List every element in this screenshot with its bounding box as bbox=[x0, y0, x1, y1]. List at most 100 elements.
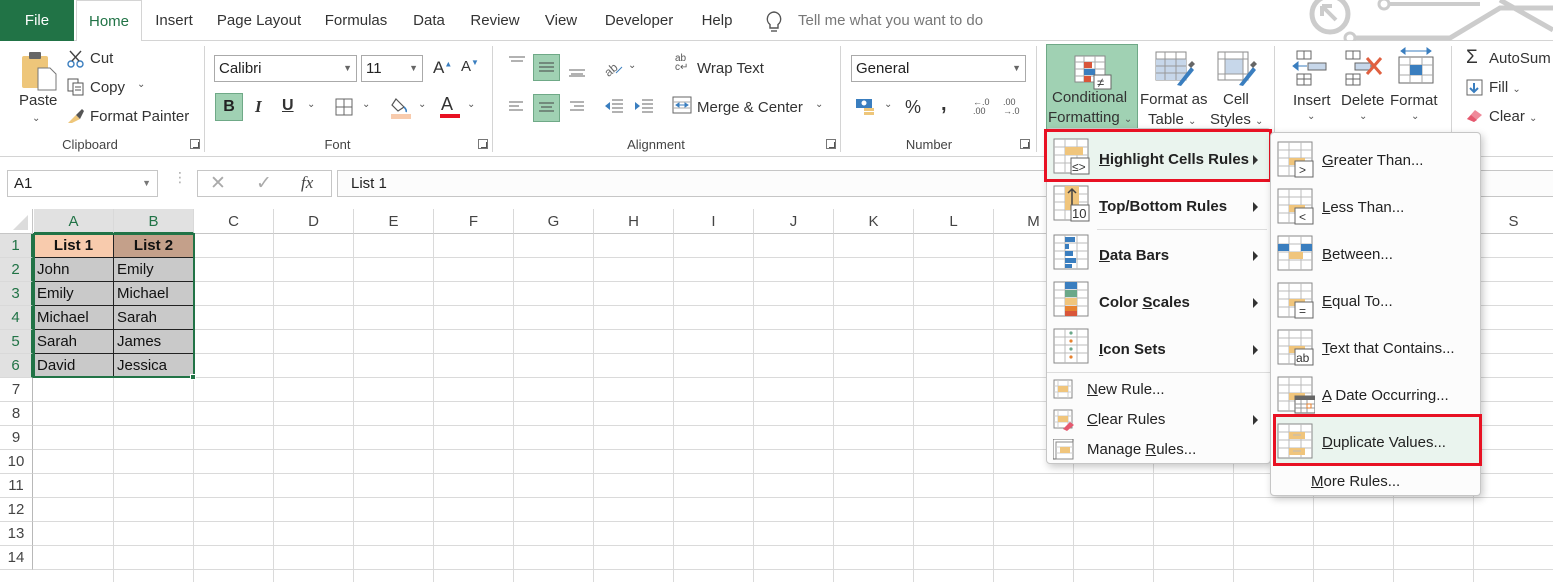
autosum-button[interactable]: AutoSum bbox=[1489, 50, 1551, 67]
column-header-e[interactable]: E bbox=[354, 209, 434, 234]
row-header-1[interactable]: 1 bbox=[0, 234, 33, 258]
format-as-table-button[interactable]: Format as bbox=[1140, 91, 1208, 108]
wrap-text-button[interactable]: Wrap Text bbox=[697, 60, 764, 77]
tab-help[interactable]: Help bbox=[694, 0, 740, 41]
column-header-k[interactable]: K bbox=[834, 209, 914, 234]
clear-button[interactable]: Clear ⌄ bbox=[1489, 108, 1537, 125]
delete-dropdown-chevron[interactable]: ⌄ bbox=[1359, 111, 1367, 122]
column-header-h[interactable]: H bbox=[594, 209, 674, 234]
align-middle-button[interactable] bbox=[533, 54, 560, 81]
column-header-j[interactable]: J bbox=[754, 209, 834, 234]
tab-page-layout[interactable]: Page Layout bbox=[212, 0, 306, 41]
accounting-format-icon[interactable] bbox=[855, 97, 879, 117]
tab-data[interactable]: Data bbox=[406, 0, 452, 41]
row-header-8[interactable]: 8 bbox=[0, 402, 33, 426]
row-header-10[interactable]: 10 bbox=[0, 450, 33, 474]
row-header-11[interactable]: 11 bbox=[0, 474, 33, 498]
more-rules-item[interactable]: More Rules... bbox=[1311, 473, 1400, 490]
column-header-b[interactable]: B bbox=[114, 209, 194, 234]
row-header-13[interactable]: 13 bbox=[0, 522, 33, 546]
font-size-combobox[interactable]: 11 ▼ bbox=[361, 55, 423, 82]
orientation-dropdown-chevron[interactable]: ⌄ bbox=[628, 60, 636, 71]
name-box[interactable]: A1 ▼ bbox=[7, 170, 158, 197]
align-top-icon[interactable] bbox=[508, 55, 526, 69]
row-header-4[interactable]: 4 bbox=[0, 306, 33, 330]
delete-button[interactable]: Delete bbox=[1341, 92, 1384, 109]
paste-dropdown-chevron[interactable]: ⌄ bbox=[32, 113, 40, 124]
merge-center-dropdown-chevron[interactable]: ⌄ bbox=[815, 99, 823, 110]
row-header-5[interactable]: 5 bbox=[0, 330, 33, 354]
font-name-combobox[interactable]: Calibri ▼ bbox=[214, 55, 357, 82]
tab-home[interactable]: Home bbox=[76, 0, 142, 42]
column-header-i[interactable]: I bbox=[674, 209, 754, 234]
align-center-button[interactable] bbox=[533, 94, 560, 122]
clear-rules-item[interactable]: Clear Rules bbox=[1047, 409, 1270, 435]
orientation-icon[interactable]: ab bbox=[604, 59, 624, 77]
select-all-button[interactable] bbox=[0, 209, 33, 234]
a-date-occurring-item[interactable]: A Date Occurring... bbox=[1271, 374, 1480, 416]
format-dropdown-chevron[interactable]: ⌄ bbox=[1411, 111, 1419, 122]
copy-button[interactable]: Copy bbox=[90, 79, 125, 96]
increase-font-size-button[interactable]: A▲ bbox=[433, 58, 452, 78]
row-header-14[interactable]: 14 bbox=[0, 546, 33, 570]
manage-rules-item[interactable]: Manage Rules... bbox=[1047, 439, 1270, 465]
number-dialog-launcher[interactable] bbox=[1020, 139, 1030, 149]
column-header-s[interactable]: S bbox=[1474, 209, 1553, 234]
underline-button[interactable]: U bbox=[282, 97, 294, 115]
font-color-button[interactable]: A bbox=[441, 94, 453, 115]
percent-style-button[interactable]: % bbox=[905, 97, 921, 118]
number-format-combobox[interactable]: General ▼ bbox=[851, 55, 1026, 82]
format-painter-button[interactable]: Format Painter bbox=[90, 108, 189, 125]
insert-button[interactable]: Insert bbox=[1293, 92, 1331, 109]
decrease-indent-icon[interactable] bbox=[604, 98, 624, 114]
tab-review[interactable]: Review bbox=[464, 0, 526, 41]
data-bars-item[interactable]: Data Bars bbox=[1047, 233, 1270, 275]
column-header-g[interactable]: G bbox=[514, 209, 594, 234]
borders-dropdown-chevron[interactable]: ⌄ bbox=[362, 99, 370, 110]
greater-than-item[interactable]: > Greater Than... bbox=[1271, 139, 1480, 181]
comma-style-button[interactable]: , bbox=[941, 93, 947, 116]
less-than-item[interactable]: < Less Than... bbox=[1271, 186, 1480, 228]
italic-button[interactable]: I bbox=[255, 97, 262, 117]
column-header-l[interactable]: L bbox=[914, 209, 994, 234]
paste-button[interactable]: Paste bbox=[19, 92, 57, 109]
equal-to-item[interactable]: = Equal To... bbox=[1271, 280, 1480, 322]
column-header-f[interactable]: F bbox=[434, 209, 514, 234]
insert-dropdown-chevron[interactable]: ⌄ bbox=[1307, 111, 1315, 122]
format-button[interactable]: Format bbox=[1390, 92, 1438, 109]
merge-center-button[interactable]: Merge & Center bbox=[697, 99, 803, 116]
accounting-dropdown-chevron[interactable]: ⌄ bbox=[884, 99, 892, 110]
increase-indent-icon[interactable] bbox=[634, 98, 654, 114]
tab-view[interactable]: View bbox=[538, 0, 584, 41]
highlight-cells-rules-item[interactable]: ≤> Highlight Cells Rules bbox=[1047, 137, 1270, 179]
row-header-2[interactable]: 2 bbox=[0, 258, 33, 282]
conditional-formatting-button[interactable]: ≠ Conditional Formatting ⌄ bbox=[1046, 44, 1138, 130]
fill-handle[interactable] bbox=[190, 374, 196, 380]
tab-file[interactable]: File bbox=[0, 0, 74, 41]
enter-icon[interactable]: ✓ bbox=[256, 172, 272, 195]
fill-button[interactable]: Fill ⌄ bbox=[1489, 79, 1521, 96]
bold-button[interactable]: B bbox=[215, 93, 243, 121]
decrease-decimal-button[interactable]: .00 →.0 bbox=[1003, 98, 1020, 116]
row-header-7[interactable]: 7 bbox=[0, 378, 33, 402]
increase-decimal-button[interactable]: ←.0.00 bbox=[973, 98, 990, 116]
text-that-contains-item[interactable]: ab Text that Contains... bbox=[1271, 327, 1480, 369]
clipboard-dialog-launcher[interactable] bbox=[190, 139, 200, 149]
paste-icon[interactable] bbox=[20, 50, 58, 92]
formula-bar-grip[interactable]: ⋮ bbox=[173, 170, 187, 184]
row-header-6[interactable]: 6 bbox=[0, 354, 33, 378]
column-header-a[interactable]: A bbox=[34, 209, 114, 234]
font-dialog-launcher[interactable] bbox=[478, 139, 488, 149]
between-item[interactable]: Between... bbox=[1271, 233, 1480, 275]
borders-icon[interactable] bbox=[335, 98, 353, 116]
underline-dropdown-chevron[interactable]: ⌄ bbox=[307, 99, 315, 110]
row-header-12[interactable]: 12 bbox=[0, 498, 33, 522]
duplicate-values-item[interactable]: Duplicate Values... bbox=[1271, 421, 1480, 463]
copy-dropdown-chevron[interactable]: ⌄ bbox=[137, 79, 145, 90]
color-scales-item[interactable]: Color Scales bbox=[1047, 280, 1270, 322]
column-header-d[interactable]: D bbox=[274, 209, 354, 234]
align-bottom-icon[interactable] bbox=[568, 63, 586, 77]
top-bottom-rules-item[interactable]: 10 Top/Bottom Rules bbox=[1047, 184, 1270, 226]
new-rule-item[interactable]: New Rule... bbox=[1047, 379, 1270, 405]
icon-sets-item[interactable]: Icon Sets bbox=[1047, 327, 1270, 369]
